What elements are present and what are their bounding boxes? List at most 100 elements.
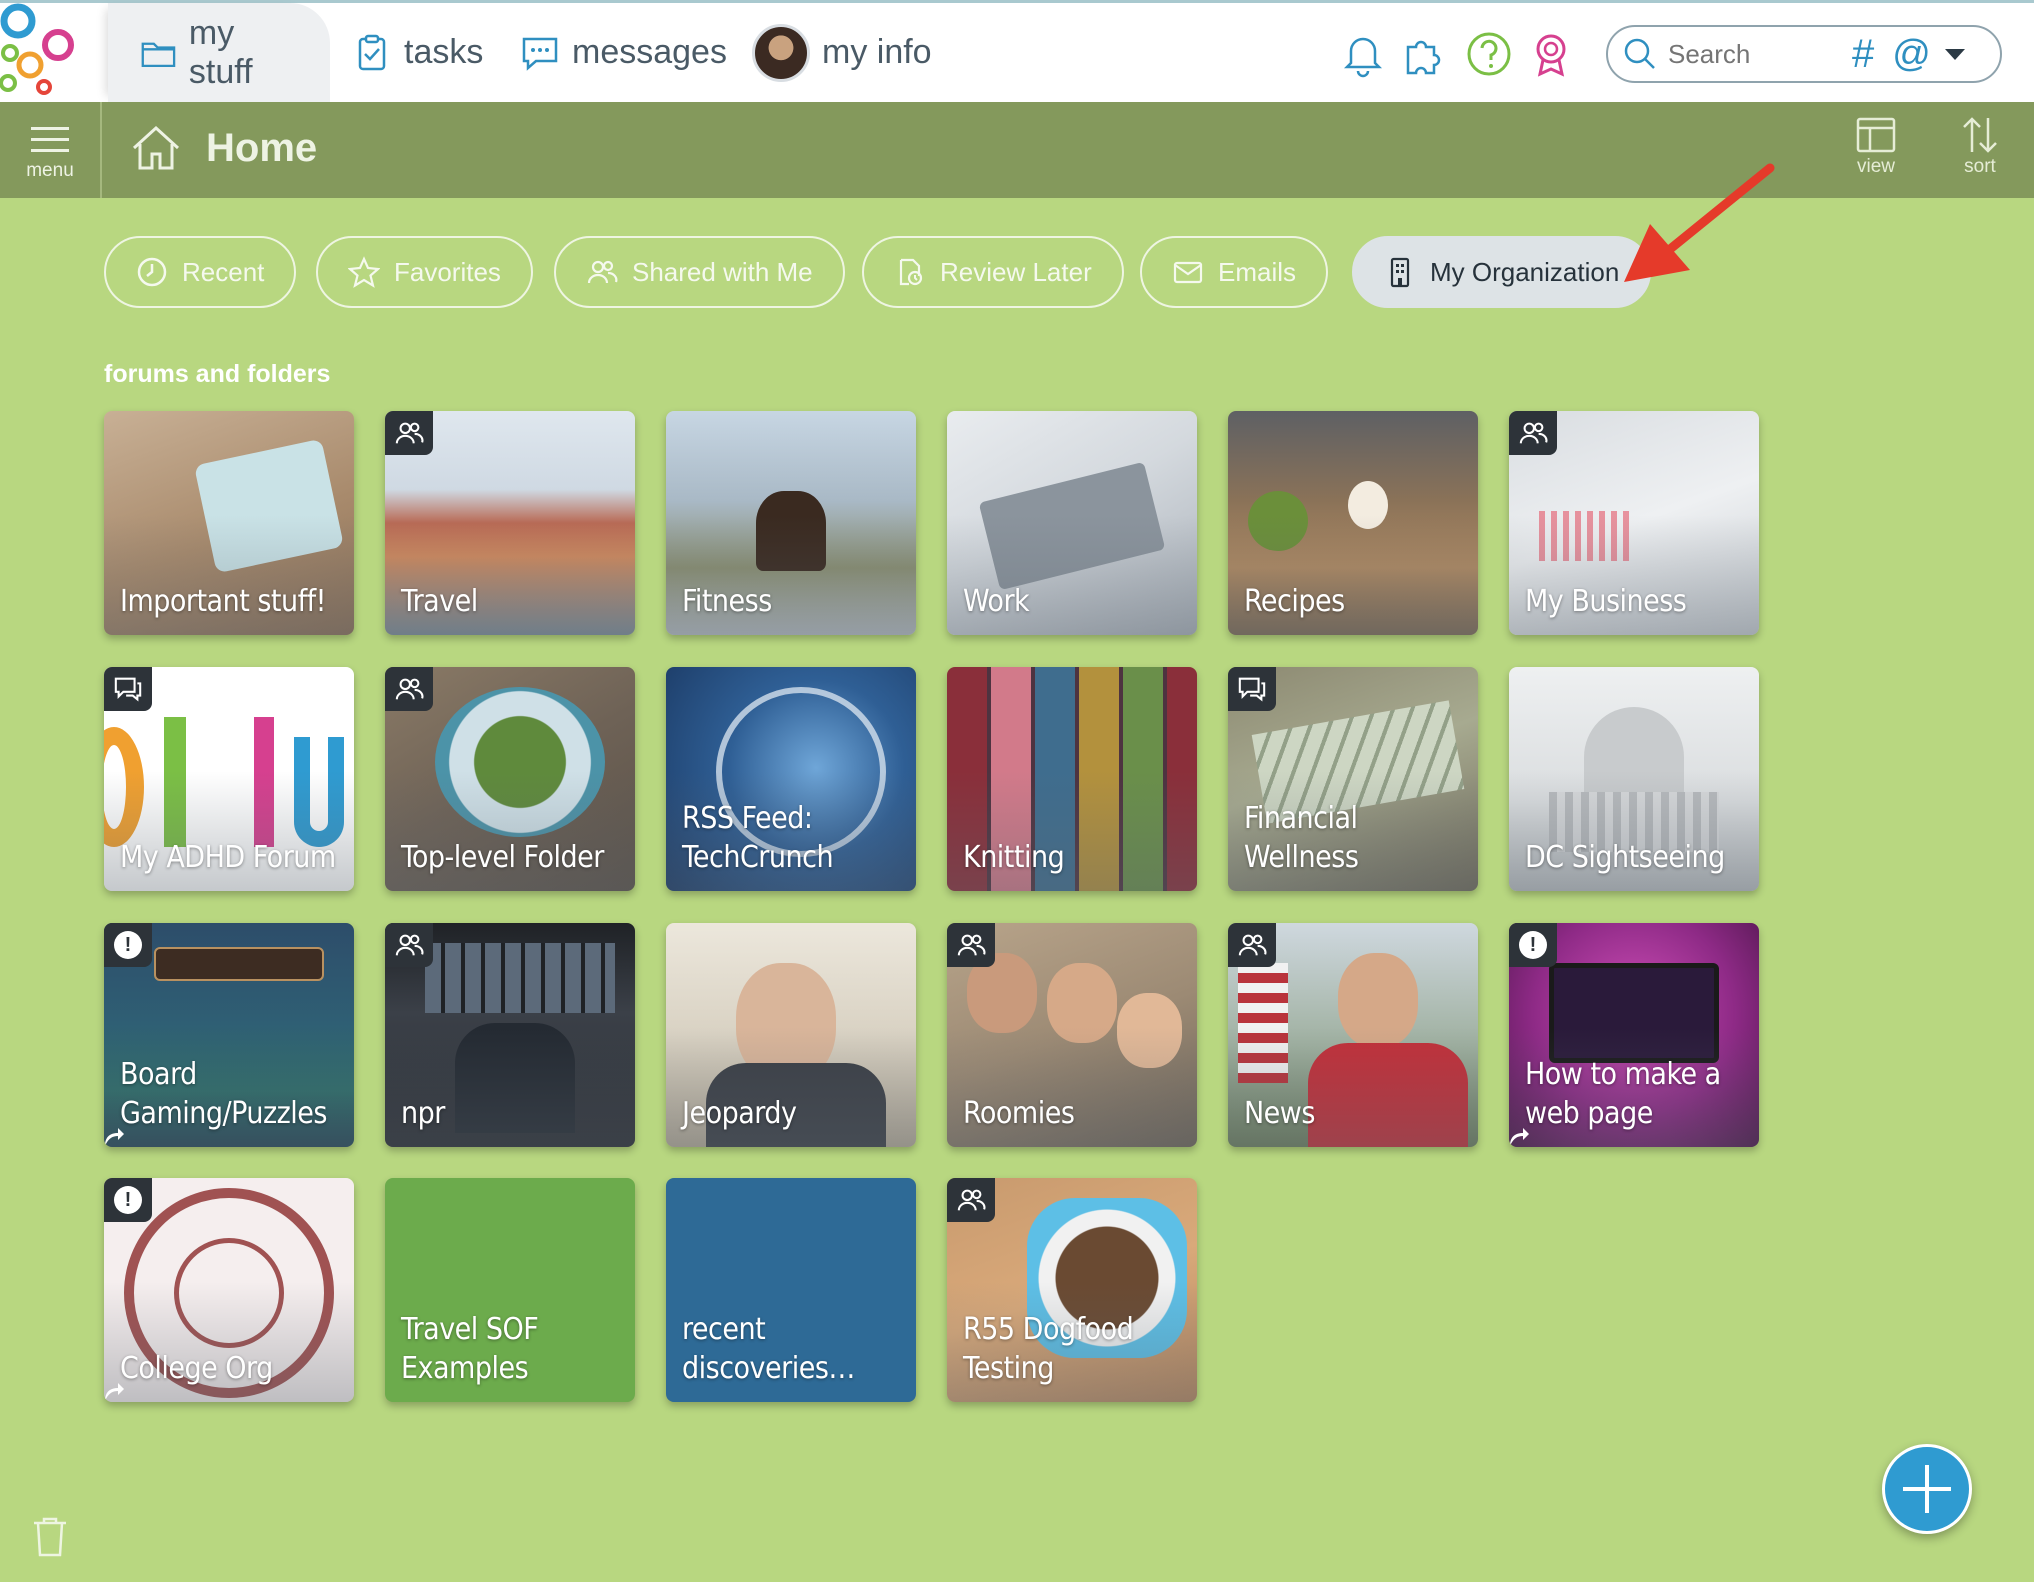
- group-badge: [947, 1178, 995, 1222]
- menu-label: menu: [26, 159, 74, 181]
- tile-my-business[interactable]: My Business: [1509, 411, 1759, 635]
- alert-badge: !: [1509, 923, 1557, 967]
- chat-bubble-icon: [522, 37, 558, 71]
- filter-label: Shared with Me: [632, 256, 813, 287]
- hashtag-filter-button[interactable]: #: [1852, 32, 1874, 77]
- users-icon: [1519, 422, 1548, 444]
- search-icon: [1624, 38, 1655, 69]
- help-icon[interactable]: [1464, 29, 1514, 79]
- tab-label: my info: [822, 33, 932, 71]
- users-icon: [957, 934, 986, 956]
- filter-favorites[interactable]: Favorites: [316, 236, 533, 308]
- group-badge: [385, 923, 433, 967]
- star-icon: [348, 256, 380, 288]
- avatar: [752, 23, 810, 82]
- filter-recent[interactable]: Recent: [104, 236, 297, 308]
- alert-badge: !: [104, 1178, 152, 1222]
- users-icon: [395, 934, 424, 956]
- shortcut-arrow-icon: [1510, 1128, 1529, 1146]
- sort-label: sort: [1964, 156, 1996, 177]
- annotation-arrow: [1624, 163, 1775, 282]
- users-icon: [1238, 934, 1267, 956]
- add-button[interactable]: [1882, 1444, 1972, 1534]
- tile-rss-feed-techcrunch[interactable]: RSS Feed: TechCrunch: [666, 667, 916, 891]
- tile-dc-sightseeing[interactable]: DC Sightseeing: [1509, 667, 1759, 891]
- building-icon: [1390, 257, 1410, 288]
- tab-tasks[interactable]: tasks: [352, 3, 483, 102]
- tile-r55-dogfood-testing[interactable]: R55 Dogfood Testing: [947, 1178, 1197, 1402]
- filter-label: Recent: [182, 256, 265, 287]
- layout-icon: [1856, 117, 1896, 153]
- section-label: forums and folders: [104, 360, 331, 388]
- tile-my-adhd-forum[interactable]: My ADHD Forum: [104, 667, 354, 891]
- alert-badge: !: [104, 923, 152, 967]
- users-icon: [957, 1189, 986, 1211]
- tile-title: Knitting: [963, 840, 1065, 875]
- tile-title: Travel SOF Examples: [401, 1312, 539, 1386]
- tile-fitness[interactable]: Fitness: [666, 411, 916, 635]
- chevron-down-icon[interactable]: [1944, 48, 1965, 60]
- filter-review-later[interactable]: Review Later: [862, 236, 1124, 308]
- view-button[interactable]: view: [1836, 114, 1916, 178]
- shortcut-arrow-icon: [105, 1383, 124, 1401]
- tab-my-stuff[interactable]: my stuff: [108, 3, 330, 102]
- filter-my-organization[interactable]: My Organization: [1352, 236, 1652, 308]
- chat-badge: [1228, 667, 1276, 711]
- tile-npr[interactable]: npr: [385, 923, 635, 1147]
- tile-title: Fitness: [682, 584, 772, 619]
- group-badge: [385, 667, 433, 711]
- tile-title: My Business: [1525, 584, 1687, 619]
- menu-button[interactable]: menu: [0, 102, 102, 198]
- tile-college-org[interactable]: ! College Org: [104, 1178, 354, 1402]
- review-icon: [899, 258, 923, 286]
- filter-label: Emails: [1218, 256, 1297, 287]
- tile-recent-discoveries[interactable]: recent discoveries…: [666, 1178, 916, 1402]
- exclamation-icon: !: [114, 931, 142, 959]
- tile-important-stuff[interactable]: Important stuff!: [104, 411, 354, 635]
- tile-work[interactable]: Work: [947, 411, 1197, 635]
- group-badge: [1509, 411, 1557, 455]
- tile-jeopardy[interactable]: Jeopardy: [666, 923, 916, 1147]
- tile-travel-sof-examples[interactable]: Travel SOF Examples: [385, 1178, 635, 1402]
- search-input[interactable]: [1668, 38, 1838, 70]
- group-badge: [385, 411, 433, 455]
- group-badge: [947, 923, 995, 967]
- tile-title: Important stuff!: [120, 584, 326, 619]
- top-navigation: my stuff tasks messages my info # @: [0, 0, 2034, 102]
- award-ribbon-icon[interactable]: [1526, 29, 1576, 79]
- exclamation-icon: !: [1519, 931, 1547, 959]
- tile-title: Travel: [401, 584, 478, 619]
- exclamation-icon: !: [114, 1186, 142, 1214]
- filter-label: Review Later: [940, 256, 1092, 287]
- page-title: Home: [128, 120, 317, 176]
- filter-label: My Organization: [1430, 256, 1620, 287]
- tile-financial-wellness[interactable]: Financial Wellness: [1228, 667, 1478, 891]
- tile-top-level-folder[interactable]: Top-level Folder: [385, 667, 635, 891]
- tile-recipes[interactable]: Recipes: [1228, 411, 1478, 635]
- filter-shared-with-me[interactable]: Shared with Me: [554, 236, 845, 308]
- tile-knitting[interactable]: Knitting: [947, 667, 1197, 891]
- tile-how-to-make-a-web-page[interactable]: ! How to make a web page: [1509, 923, 1759, 1147]
- tab-messages[interactable]: messages: [520, 3, 727, 102]
- tile-title: Jeopardy: [682, 1096, 797, 1131]
- sort-button[interactable]: sort: [1940, 114, 2020, 178]
- puzzle-icon[interactable]: [1400, 29, 1450, 79]
- home-icon: [132, 125, 180, 170]
- app-logo[interactable]: [0, 3, 100, 102]
- chat-bubble-icon: [1238, 677, 1266, 702]
- tile-board-gaming-puzzles[interactable]: ! Board Gaming/Puzzles: [104, 923, 354, 1147]
- tile-roomies[interactable]: Roomies: [947, 923, 1197, 1147]
- tab-label: messages: [572, 33, 727, 71]
- trash-icon[interactable]: [30, 1514, 70, 1558]
- filter-emails[interactable]: Emails: [1140, 236, 1329, 308]
- tile-news[interactable]: News: [1228, 923, 1478, 1147]
- tile-title: Top-level Folder: [401, 840, 604, 875]
- tab-label: tasks: [404, 33, 484, 71]
- tile-title: My ADHD Forum: [120, 840, 336, 875]
- tab-my-info[interactable]: my info: [752, 3, 932, 102]
- tile-travel[interactable]: Travel: [385, 411, 635, 635]
- chat-bubble-icon: [114, 677, 142, 702]
- mention-filter-button[interactable]: @: [1892, 33, 1931, 76]
- bell-icon[interactable]: [1338, 29, 1388, 79]
- tab-label: my stuff: [188, 13, 253, 91]
